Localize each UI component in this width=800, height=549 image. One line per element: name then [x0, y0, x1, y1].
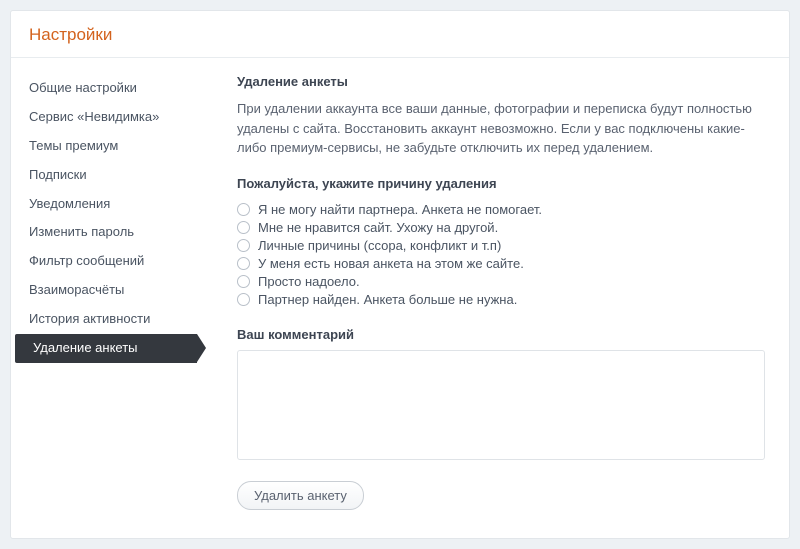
delete-profile-button[interactable]: Удалить анкету: [237, 481, 364, 510]
sidebar-item-label: Уведомления: [29, 196, 110, 211]
sidebar-item-change-password[interactable]: Изменить пароль: [11, 218, 197, 247]
sidebar-item-label: Взаиморасчёты: [29, 282, 124, 297]
reason-option[interactable]: Я не могу найти партнера. Анкета не помо…: [237, 201, 765, 219]
radio-icon: [237, 257, 250, 270]
reason-option[interactable]: Партнер найден. Анкета больше не нужна.: [237, 291, 765, 309]
reason-option[interactable]: Мне не нравится сайт. Ухожу на другой.: [237, 219, 765, 237]
comment-label: Ваш комментарий: [237, 327, 765, 342]
settings-sidebar: Общие настройки Сервис «Невидимка» Темы …: [11, 58, 197, 538]
delete-warning-text: При удалении аккаунта все ваши данные, ф…: [237, 99, 765, 158]
content-area: Удаление анкеты При удалении аккаунта вс…: [197, 58, 789, 538]
page-title: Настройки: [29, 25, 771, 45]
sidebar-item-label: Сервис «Невидимка»: [29, 109, 159, 124]
sidebar-item-subscriptions[interactable]: Подписки: [11, 161, 197, 190]
reason-heading: Пожалуйста, укажите причину удаления: [237, 176, 765, 191]
sidebar-item-invisible[interactable]: Сервис «Невидимка»: [11, 103, 197, 132]
radio-icon: [237, 239, 250, 252]
sidebar-item-label: Изменить пароль: [29, 224, 134, 239]
actions-row: Удалить анкету: [237, 481, 765, 510]
radio-icon: [237, 221, 250, 234]
reason-label: У меня есть новая анкета на этом же сайт…: [258, 256, 524, 271]
sidebar-item-label: Фильтр сообщений: [29, 253, 144, 268]
sidebar-item-premium-themes[interactable]: Темы премиум: [11, 132, 197, 161]
panel-header: Настройки: [11, 11, 789, 58]
sidebar-item-label: Общие настройки: [29, 80, 137, 95]
sidebar-item-notifications[interactable]: Уведомления: [11, 190, 197, 219]
comment-textarea[interactable]: [237, 350, 765, 460]
reason-label: Я не могу найти партнера. Анкета не помо…: [258, 202, 542, 217]
sidebar-item-activity-history[interactable]: История активности: [11, 305, 197, 334]
reason-option[interactable]: Личные причины (ссора, конфликт и т.п): [237, 237, 765, 255]
reason-option[interactable]: У меня есть новая анкета на этом же сайт…: [237, 255, 765, 273]
radio-icon: [237, 203, 250, 216]
reason-label: Мне не нравится сайт. Ухожу на другой.: [258, 220, 498, 235]
sidebar-item-general[interactable]: Общие настройки: [11, 74, 197, 103]
reason-label: Личные причины (ссора, конфликт и т.п): [258, 238, 501, 253]
sidebar-item-delete-profile[interactable]: Удаление анкеты: [15, 334, 197, 363]
reason-label: Партнер найден. Анкета больше не нужна.: [258, 292, 517, 307]
sidebar-item-billing[interactable]: Взаиморасчёты: [11, 276, 197, 305]
panel-body: Общие настройки Сервис «Невидимка» Темы …: [11, 58, 789, 538]
reason-group: Я не могу найти партнера. Анкета не помо…: [237, 201, 765, 309]
radio-icon: [237, 293, 250, 306]
section-title: Удаление анкеты: [237, 74, 765, 89]
reason-label: Просто надоело.: [258, 274, 360, 289]
settings-panel: Настройки Общие настройки Сервис «Невиди…: [10, 10, 790, 539]
sidebar-item-label: Удаление анкеты: [33, 340, 138, 355]
sidebar-item-label: Темы премиум: [29, 138, 118, 153]
reason-option[interactable]: Просто надоело.: [237, 273, 765, 291]
sidebar-item-message-filter[interactable]: Фильтр сообщений: [11, 247, 197, 276]
sidebar-item-label: История активности: [29, 311, 150, 326]
sidebar-item-label: Подписки: [29, 167, 87, 182]
radio-icon: [237, 275, 250, 288]
